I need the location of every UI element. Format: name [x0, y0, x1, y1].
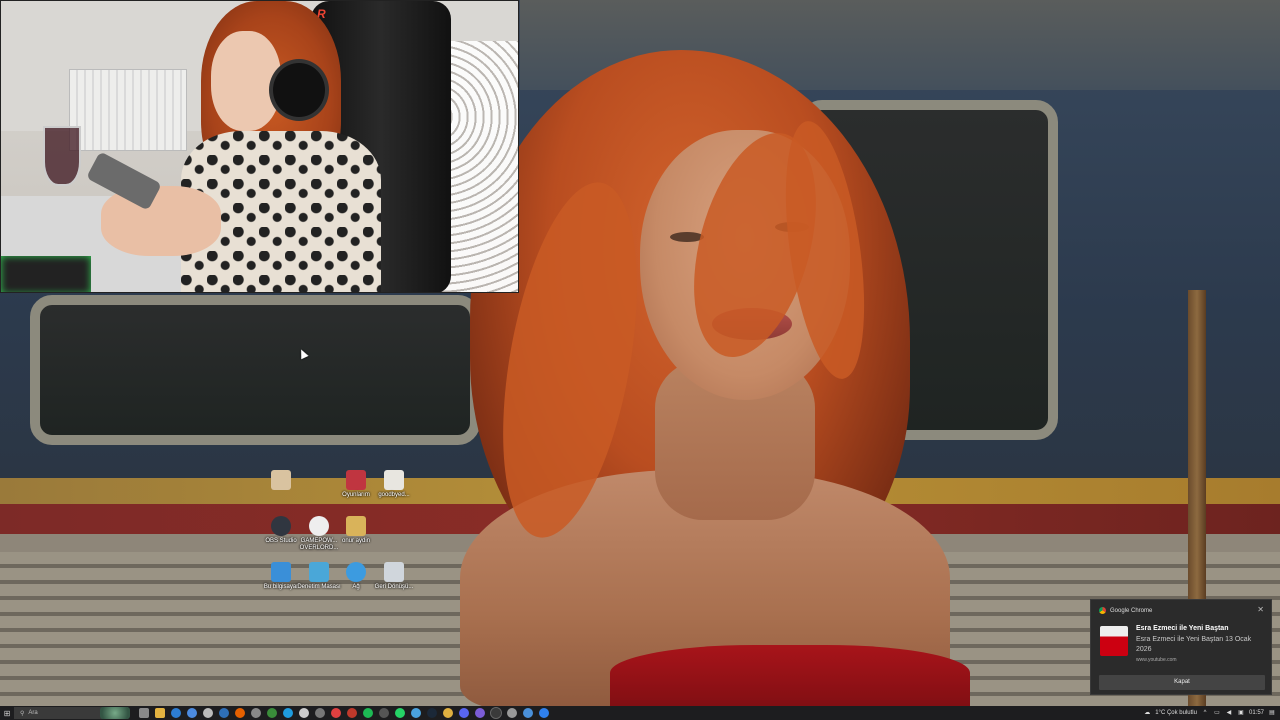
app-icon[interactable]	[379, 708, 389, 718]
weather-text[interactable]: 1°C Çok bulutlu	[1155, 710, 1197, 716]
language-icon[interactable]: ▣	[1237, 709, 1245, 717]
app-icon[interactable]	[219, 708, 229, 718]
volume-icon[interactable]: ◀	[1225, 709, 1233, 717]
start-button[interactable]: ⊞	[0, 706, 14, 720]
app-icon[interactable]	[475, 708, 485, 718]
network-icon	[346, 562, 366, 582]
taskbar: ⊞ ⚲ Ara ☁ 1°C Çok bulutlu ^ ▭ ◀ ▣ 01:57 …	[0, 706, 1280, 720]
webcam-wine-glass	[43, 126, 81, 186]
desktop-icon-label: Geri Dönüşü...	[374, 584, 414, 590]
steam-icon[interactable]	[427, 708, 437, 718]
file-icon	[271, 470, 291, 490]
network-tray-icon[interactable]: ▭	[1213, 709, 1221, 717]
webcam-headphones	[269, 59, 329, 121]
app-icon[interactable]	[459, 708, 469, 718]
document-icon	[384, 470, 404, 490]
notification-dismiss-button[interactable]: Kapat	[1099, 675, 1265, 690]
app-icon[interactable]	[203, 708, 213, 718]
desktop-icon-goodbyed[interactable]: goodbyed...	[370, 470, 418, 499]
app-icon[interactable]	[251, 708, 261, 718]
notification-title: Esra Ezmeci ile Yeni Baştan	[1136, 625, 1229, 632]
app-icon[interactable]	[171, 708, 181, 718]
notification-header: Google Chrome	[1099, 607, 1152, 614]
notification-url: www.youtube.com	[1136, 657, 1177, 663]
app-icon[interactable]	[347, 708, 357, 718]
computer-icon	[271, 562, 291, 582]
desktop-icon-geri-donusum[interactable]: Geri Dönüşü...	[370, 562, 418, 591]
spotify-icon[interactable]	[363, 708, 373, 718]
app-icon[interactable]	[523, 708, 533, 718]
app-icon[interactable]	[187, 708, 197, 718]
task-view-icon[interactable]	[139, 708, 149, 718]
notification-thumbnail	[1100, 626, 1128, 656]
edge-icon[interactable]	[283, 708, 293, 718]
chevron-up-icon[interactable]: ^	[1201, 709, 1209, 717]
recycle-bin-icon	[384, 562, 404, 582]
user-folder-icon	[346, 516, 366, 536]
notification-body: Esra Ezmeci ile Yeni Baştan 13 Ocak 2026	[1136, 636, 1252, 653]
wallpaper-red-dress	[610, 645, 970, 706]
control-panel-icon	[309, 562, 329, 582]
system-tray: ☁ 1°C Çok bulutlu ^ ▭ ◀ ▣ 01:57 ▤	[1143, 709, 1280, 717]
notification-close-button[interactable]: ✕	[1257, 605, 1264, 614]
taskbar-app-list	[136, 707, 552, 719]
chrome-icon	[1099, 607, 1106, 614]
app-icon[interactable]	[539, 708, 549, 718]
desktop-icon-file[interactable]	[257, 470, 305, 492]
file-explorer-icon[interactable]	[155, 708, 165, 718]
app-icon[interactable]	[411, 708, 421, 718]
webcam-keyboard	[1, 256, 91, 292]
firefox-icon[interactable]	[235, 708, 245, 718]
notification-center-icon[interactable]: ▤	[1268, 709, 1276, 717]
chrome-icon[interactable]	[267, 708, 277, 718]
search-highlight-widget[interactable]	[100, 707, 130, 719]
webcam-radiator	[69, 69, 187, 151]
clock[interactable]: 01:57	[1249, 710, 1264, 716]
weather-icon[interactable]: ☁	[1143, 709, 1151, 717]
app-icon[interactable]	[315, 708, 325, 718]
webcam-overlay: R	[0, 0, 519, 293]
taskbar-search-placeholder: Ara	[28, 710, 38, 716]
obs-icon[interactable]	[490, 707, 502, 719]
notification-toast[interactable]: Google Chrome ✕ Esra Ezmeci ile Yeni Baş…	[1090, 599, 1272, 695]
wallpaper-train-window	[30, 295, 480, 445]
app-icon[interactable]	[331, 708, 341, 718]
desktop-icon-onur-aydin[interactable]: onur aydin	[332, 516, 380, 545]
folder-icon[interactable]	[443, 708, 453, 718]
whatsapp-icon[interactable]	[395, 708, 405, 718]
gamepower-icon	[309, 516, 329, 536]
app-icon[interactable]	[507, 708, 517, 718]
desktop-icon-label: goodbyed...	[378, 492, 410, 498]
folder-icon	[346, 470, 366, 490]
notification-app-name: Google Chrome	[1110, 607, 1153, 614]
search-icon: ⚲	[20, 710, 25, 717]
obs-icon	[271, 516, 291, 536]
app-icon[interactable]	[299, 708, 309, 718]
webcam-streamer-hands	[101, 186, 221, 256]
desktop-icon-label: onur aydin	[341, 538, 371, 544]
